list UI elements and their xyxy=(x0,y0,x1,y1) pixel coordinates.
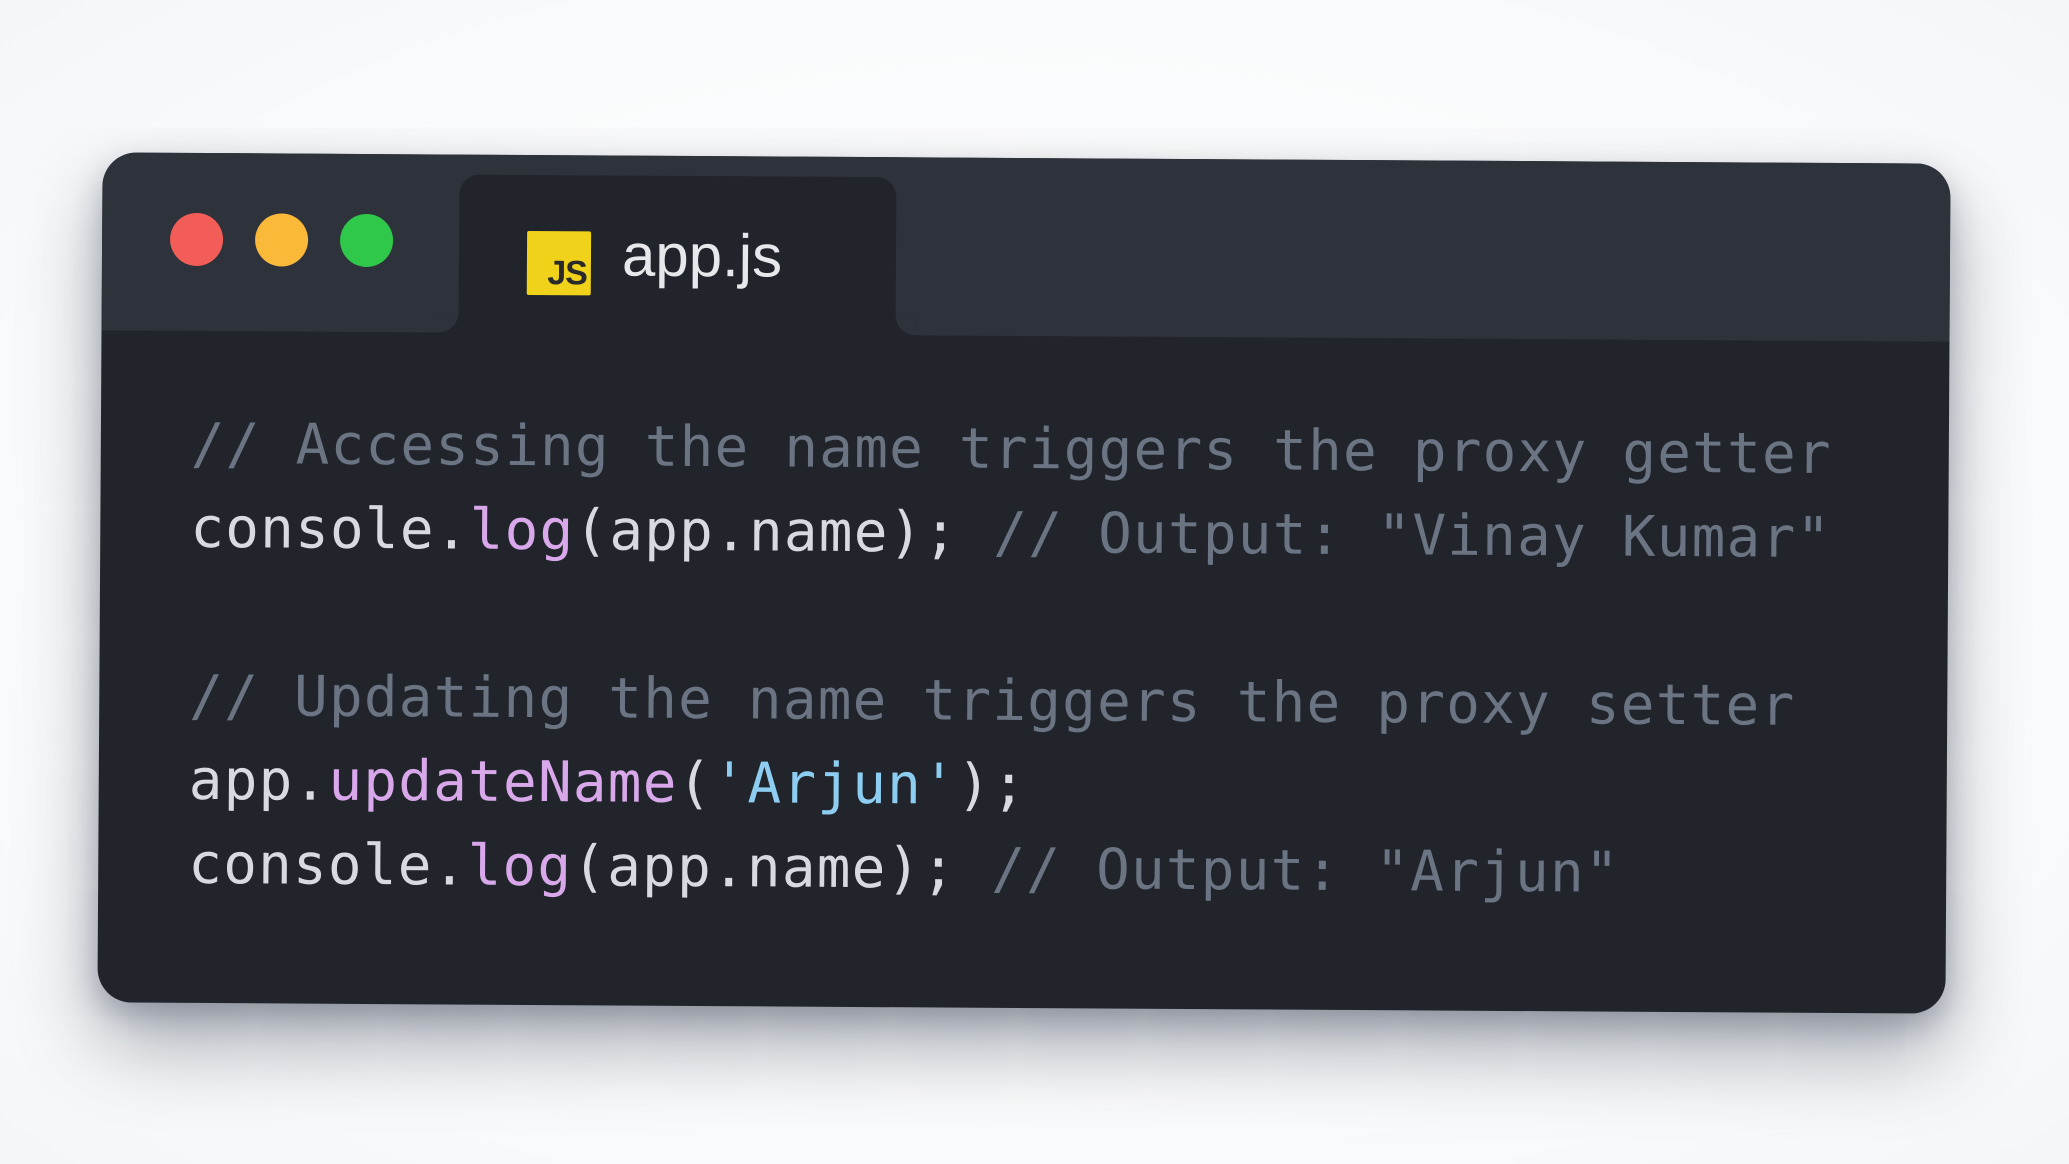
code-token-ident: (app.name); xyxy=(572,834,992,902)
close-button[interactable] xyxy=(169,212,224,267)
tab-app-js[interactable]: JS app.js xyxy=(458,174,897,336)
canvas-background: JS app.js // Accessing the name triggers… xyxy=(0,0,2069,1164)
code-token-comment: // Accessing the name triggers the proxy… xyxy=(190,411,1832,487)
code-window: JS app.js // Accessing the name triggers… xyxy=(97,152,1951,1014)
code-token-fn: log xyxy=(467,833,573,900)
code-token-ident: ( xyxy=(677,750,713,817)
code-token-comment: // Output: "Arjun" xyxy=(991,836,1620,906)
code-line: // Accessing the name triggers the proxy… xyxy=(191,403,1833,497)
javascript-file-icon: JS xyxy=(526,230,592,296)
title-bar: JS app.js xyxy=(101,152,1951,342)
code-line: console.log(app.name); // Output: "Vinay… xyxy=(190,487,1832,581)
window-controls xyxy=(169,212,394,268)
code-token-ident: (app.name); xyxy=(574,498,994,566)
js-badge-text: JS xyxy=(547,254,587,293)
code-token-ident: ); xyxy=(956,752,1027,819)
code-line: // Updating the name triggers the proxy … xyxy=(189,655,1831,749)
code-line: app.updateName('Arjun'); xyxy=(189,739,1831,833)
code-token-str: 'Arjun' xyxy=(712,751,958,818)
code-token-fn: log xyxy=(469,497,575,564)
maximize-button[interactable] xyxy=(339,213,394,268)
code-token-comment: // Updating the name triggers the proxy … xyxy=(189,663,1796,739)
code-token-ident: app. xyxy=(188,747,329,814)
minimize-button[interactable] xyxy=(254,213,309,267)
code-token-fn: updateName xyxy=(328,748,678,816)
code-token-ident: console. xyxy=(188,831,468,899)
code-line: console.log(app.name); // Output: "Arjun… xyxy=(188,823,1830,917)
code-token-comment: // Output: "Vinay Kumar" xyxy=(993,500,1832,571)
tab-label: app.js xyxy=(621,221,783,290)
code-editor[interactable]: // Accessing the name triggers the proxy… xyxy=(188,403,1832,917)
code-token-ident: console. xyxy=(190,495,470,563)
